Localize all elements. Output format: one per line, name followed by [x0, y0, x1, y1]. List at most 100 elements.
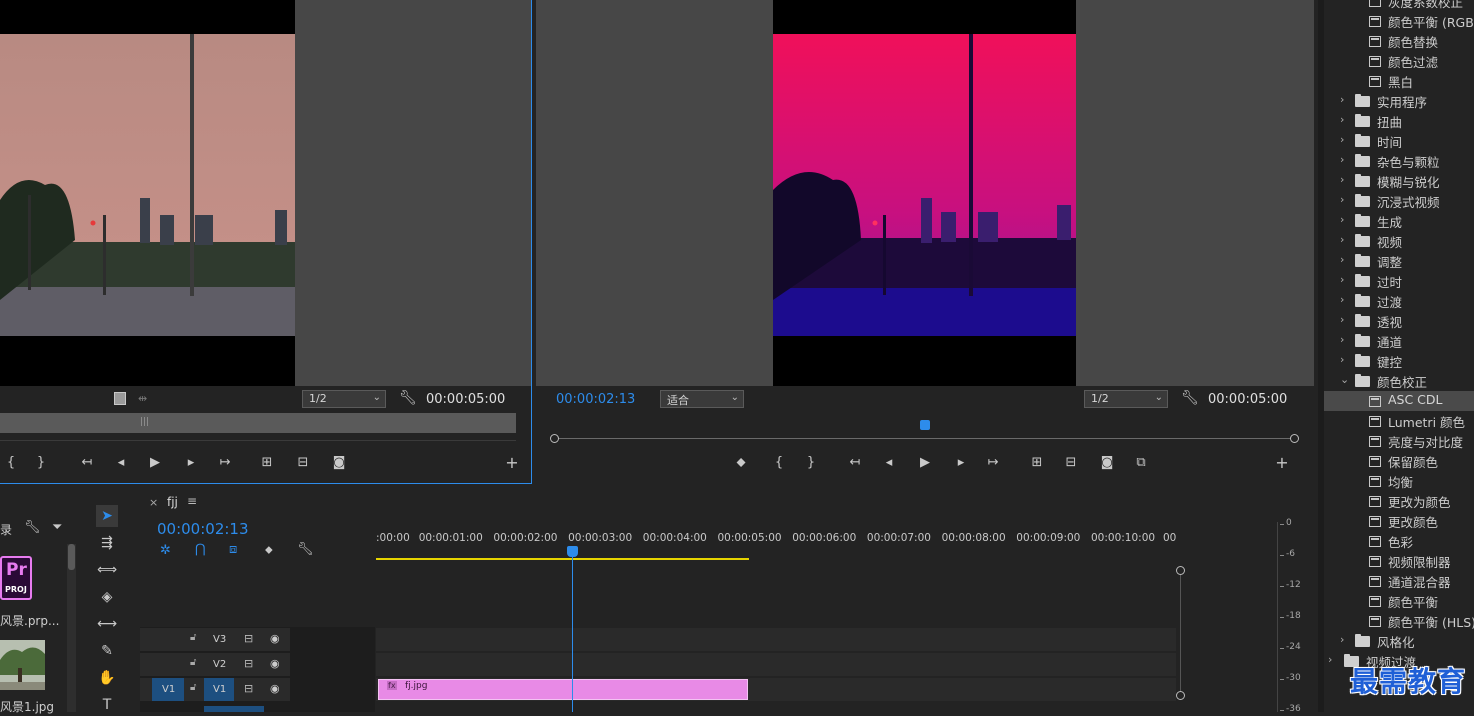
project-item-name[interactable]: 风景.prp...: [0, 612, 59, 629]
chevron-right-icon[interactable]: ›: [1340, 293, 1344, 306]
chevron-right-icon[interactable]: ›: [1340, 353, 1344, 366]
drag-video-icon[interactable]: ⇹: [138, 392, 147, 405]
timeline-clip[interactable]: fx fj.jpg: [378, 679, 748, 700]
effects-folder[interactable]: › 键控: [1324, 351, 1474, 371]
eye-icon[interactable]: ◉: [270, 657, 280, 670]
effects-item[interactable]: 颜色平衡 (HLS): [1324, 611, 1474, 631]
lock-icon[interactable]: 🔓︎: [190, 632, 196, 643]
project-scrollbar[interactable]: [67, 544, 76, 712]
chevron-right-icon[interactable]: ›: [1340, 133, 1344, 146]
effects-item[interactable]: 更改为颜色: [1324, 491, 1474, 511]
chevron-right-icon[interactable]: ›: [1340, 113, 1344, 126]
effects-folder[interactable]: ⌄ 颜色校正: [1324, 371, 1474, 391]
program-zoom-select[interactable]: 1/2 ⌄: [1084, 390, 1168, 408]
effects-folder[interactable]: › 调整: [1324, 251, 1474, 271]
play-icon[interactable]: ▶: [146, 456, 164, 472]
time-ruler[interactable]: :00:00 00:00:01:00 00:00:02:00 00:00:03:00 0…: [376, 528, 1176, 560]
chevron-right-icon[interactable]: ›: [1340, 93, 1344, 106]
step-forward-icon[interactable]: ▸: [182, 456, 200, 472]
mark-in-icon[interactable]: {: [2, 456, 20, 472]
ripple-edit-tool-icon[interactable]: ⟺: [96, 559, 118, 581]
effects-item[interactable]: 保留颜色: [1324, 451, 1474, 471]
filter-icon[interactable]: ⏷: [52, 520, 62, 535]
effects-item[interactable]: 色彩: [1324, 531, 1474, 551]
go-to-out-icon[interactable]: ↦: [216, 456, 234, 472]
wrench-icon[interactable]: 🔧︎: [1181, 390, 1199, 406]
linked-selection-icon[interactable]: ⧈: [229, 542, 237, 557]
effects-item[interactable]: 颜色平衡: [1324, 591, 1474, 611]
effects-folder[interactable]: › 扭曲: [1324, 111, 1474, 131]
sync-lock-icon[interactable]: ⊟: [244, 682, 253, 695]
eye-icon[interactable]: ◉: [270, 682, 280, 695]
project-item-name[interactable]: 风景1.jpg: [0, 698, 54, 715]
wrench-icon[interactable]: 🔧︎: [297, 542, 314, 557]
effects-folder[interactable]: › 通道: [1324, 331, 1474, 351]
effects-folder[interactable]: › 模糊与锐化: [1324, 171, 1474, 191]
effects-item[interactable]: 黑白: [1324, 71, 1474, 91]
effects-folder[interactable]: › 生成: [1324, 211, 1474, 231]
sequence-tab-label[interactable]: fjj: [167, 495, 178, 509]
chevron-right-icon[interactable]: ›: [1340, 633, 1344, 646]
wrench-icon[interactable]: 🔧︎: [399, 390, 417, 406]
track-select-tool-icon[interactable]: ⇶: [96, 532, 118, 554]
wrench-icon[interactable]: 🔧︎: [24, 520, 41, 535]
add-marker-icon[interactable]: ⬥: [732, 456, 750, 472]
chevron-down-icon[interactable]: ⌄: [1340, 373, 1349, 386]
button-editor-icon[interactable]: +: [1273, 455, 1291, 472]
go-to-in-icon[interactable]: ↤: [78, 456, 96, 472]
mark-in-icon[interactable]: {: [770, 456, 788, 472]
type-tool-icon[interactable]: T: [96, 694, 118, 716]
track-name[interactable]: V1: [213, 684, 226, 695]
pen-tool-icon[interactable]: ✎: [96, 640, 118, 662]
chevron-right-icon[interactable]: ›: [1340, 313, 1344, 326]
button-editor-icon[interactable]: +: [503, 455, 521, 472]
chevron-right-icon[interactable]: ›: [1340, 193, 1344, 206]
go-to-in-icon[interactable]: ↤: [846, 456, 864, 472]
tab-menu-icon[interactable]: ≡: [187, 494, 197, 508]
step-back-icon[interactable]: ◂: [880, 456, 898, 472]
premiere-project-icon[interactable]: Pr PROJ: [0, 556, 32, 600]
chevron-right-icon[interactable]: ›: [1328, 653, 1332, 666]
vertical-zoom-handle-bottom[interactable]: [1176, 691, 1185, 700]
effects-folder[interactable]: › 杂色与颗粒: [1324, 151, 1474, 171]
safe-margins-icon[interactable]: [114, 392, 126, 405]
export-frame-icon[interactable]: ◙: [1098, 456, 1116, 472]
scrub-end-handle[interactable]: [1290, 434, 1299, 443]
slip-tool-icon[interactable]: ⟷: [96, 613, 118, 635]
overwrite-icon[interactable]: ⊟: [294, 456, 312, 472]
effects-folder[interactable]: › 沉浸式视频: [1324, 191, 1474, 211]
mark-out-icon[interactable]: }: [32, 456, 50, 472]
lift-icon[interactable]: ⊞: [1028, 456, 1046, 472]
vertical-scroll-track[interactable]: [1180, 575, 1181, 691]
eye-icon[interactable]: ◉: [270, 632, 280, 645]
scrub-handle[interactable]: |||: [140, 417, 149, 427]
effects-item[interactable]: ASC CDL: [1324, 391, 1474, 411]
timeline-timecode[interactable]: 00:00:02:13: [157, 520, 249, 538]
mark-out-icon[interactable]: }: [802, 456, 820, 472]
selection-tool-icon[interactable]: ➤: [96, 505, 118, 527]
play-icon[interactable]: ▶: [916, 456, 934, 472]
sync-lock-icon[interactable]: ⊟: [244, 657, 253, 670]
project-tab-label[interactable]: 录: [0, 521, 12, 538]
extract-icon[interactable]: ⊟: [1062, 456, 1080, 472]
vertical-zoom-handle-top[interactable]: [1176, 566, 1185, 575]
effects-item[interactable]: 颜色替换: [1324, 31, 1474, 51]
step-forward-icon[interactable]: ▸: [952, 456, 970, 472]
effects-folder[interactable]: › 实用程序: [1324, 91, 1474, 111]
chevron-right-icon[interactable]: ›: [1340, 153, 1344, 166]
track-name[interactable]: V3: [213, 634, 226, 645]
chevron-right-icon[interactable]: ›: [1340, 173, 1344, 186]
lock-icon[interactable]: 🔓︎: [190, 682, 196, 693]
effects-folder[interactable]: › 视频: [1324, 231, 1474, 251]
export-frame-icon[interactable]: ◙: [330, 456, 348, 472]
nest-toggle-icon[interactable]: ✲: [160, 543, 171, 558]
go-to-out-icon[interactable]: ↦: [984, 456, 1002, 472]
comparison-view-icon[interactable]: ⧉: [1132, 456, 1150, 472]
insert-icon[interactable]: ⊞: [258, 456, 276, 472]
effects-folder[interactable]: › 风格化: [1324, 631, 1474, 651]
timeline-playhead[interactable]: [566, 546, 579, 712]
effects-item[interactable]: 视频限制器: [1324, 551, 1474, 571]
program-scrub-bar[interactable]: [550, 418, 1299, 443]
program-timecode[interactable]: 00:00:02:13: [556, 392, 635, 407]
add-marker-icon[interactable]: ⬥: [265, 543, 273, 557]
